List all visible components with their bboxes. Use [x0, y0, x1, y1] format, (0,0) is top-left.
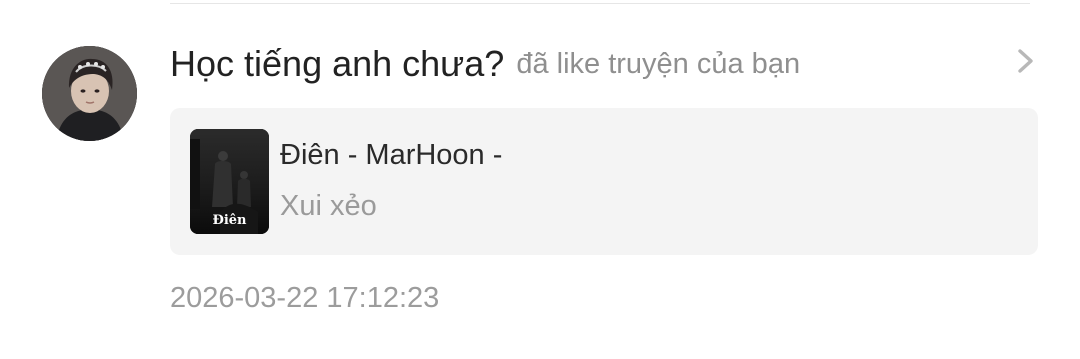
like-notification[interactable]: Học tiếng anh chưa? đã like truyện của b…: [0, 0, 1080, 359]
chapter-title[interactable]: Xui xẻo: [280, 190, 377, 223]
story-title[interactable]: Điên - MarHoon -: [280, 139, 502, 172]
avatar[interactable]: [42, 46, 137, 141]
story-card[interactable]: Điên Điên - MarHoon - Xui xẻo: [170, 108, 1038, 255]
timestamp: 2026-03-22 17:12:23: [170, 282, 440, 314]
username[interactable]: Học tiếng anh chưa?: [170, 43, 504, 85]
notification-headline: Học tiếng anh chưa? đã like truyện của b…: [170, 40, 800, 88]
action-text: đã like truyện của bạn: [516, 47, 801, 80]
story-cover[interactable]: Điên: [190, 129, 269, 234]
chevron-right-icon[interactable]: [1012, 46, 1040, 76]
avatar-image: [42, 46, 137, 141]
cover-text: Điên: [212, 213, 247, 228]
divider: [170, 3, 1030, 4]
